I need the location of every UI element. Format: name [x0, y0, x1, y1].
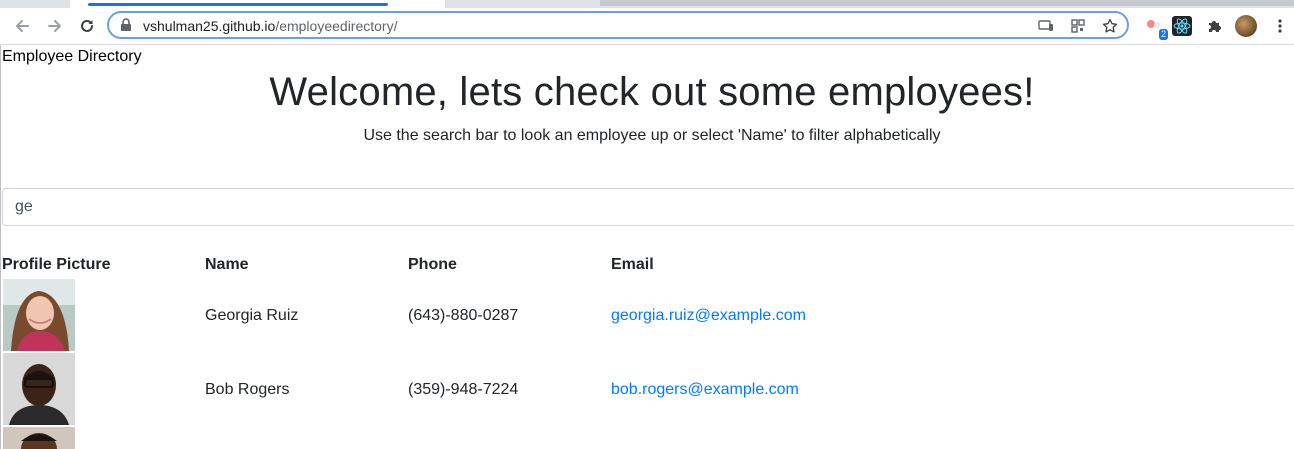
- puzzle-piece-icon: [1209, 21, 1221, 32]
- employee-name: Georgia Ruiz: [205, 307, 299, 324]
- bookmark-star-icon[interactable]: [1101, 17, 1119, 35]
- extensions-menu-button[interactable]: [1203, 14, 1227, 38]
- url-host: vshulman25.github.io: [143, 18, 276, 34]
- cast-icon[interactable]: [1037, 17, 1055, 35]
- forward-button[interactable]: [41, 12, 69, 40]
- tab-strip: [0, 0, 1294, 8]
- employee-phone: (643)-880-0287: [408, 307, 519, 324]
- tab-loading-bar: [88, 3, 388, 6]
- active-tab[interactable]: [70, 0, 445, 8]
- react-icon: [1172, 16, 1192, 36]
- url-path: /employeedirectory/: [275, 18, 398, 34]
- column-header-name[interactable]: Name: [205, 256, 249, 274]
- inactive-tab[interactable]: [600, 0, 1294, 6]
- employee-phone: (359)-948-7224: [408, 381, 519, 398]
- lock-icon[interactable]: [120, 18, 132, 32]
- reload-button[interactable]: [73, 12, 101, 40]
- page-subtitle: Use the search bar to look an employee u…: [363, 127, 941, 144]
- forward-arrow-icon: [48, 20, 61, 32]
- employee-name: Bob Rogers: [205, 381, 290, 398]
- employee-photo: [3, 353, 75, 425]
- page-title: Welcome, lets check out some employees!: [269, 70, 1035, 114]
- back-arrow-icon: [16, 20, 29, 32]
- vertical-dots-icon: [1278, 19, 1282, 33]
- back-button[interactable]: [8, 12, 36, 40]
- page-content: Employee Directory Welcome, lets check o…: [0, 45, 1294, 449]
- column-header-phone: Phone: [408, 256, 457, 273]
- profile-avatar: [1235, 15, 1257, 37]
- url-text[interactable]: vshulman25.github.io/employeedirectory/: [143, 18, 397, 34]
- search-input[interactable]: [2, 188, 1294, 226]
- employee-photo: [3, 427, 75, 449]
- browser-toolbar: vshulman25.github.io/employeedirectory/ …: [0, 8, 1294, 45]
- qr-code-icon[interactable]: [1069, 17, 1087, 35]
- extension-button[interactable]: 2: [1142, 14, 1168, 40]
- employee-photo: [3, 279, 75, 351]
- react-devtools-button[interactable]: [1170, 14, 1194, 38]
- column-header-email: Email: [611, 256, 654, 273]
- column-header-profile-picture: Profile Picture: [2, 256, 111, 273]
- extension-badge: 2: [1158, 29, 1168, 40]
- profile-button[interactable]: [1234, 14, 1258, 38]
- navbar-brand[interactable]: Employee Directory: [2, 48, 142, 66]
- browser-menu-button[interactable]: [1268, 14, 1292, 38]
- employee-email-link[interactable]: georgia.ruiz@example.com: [611, 307, 806, 325]
- employee-email-link[interactable]: bob.rogers@example.com: [611, 381, 799, 399]
- reload-icon: [81, 19, 93, 32]
- address-bar[interactable]: vshulman25.github.io/employeedirectory/: [107, 11, 1129, 39]
